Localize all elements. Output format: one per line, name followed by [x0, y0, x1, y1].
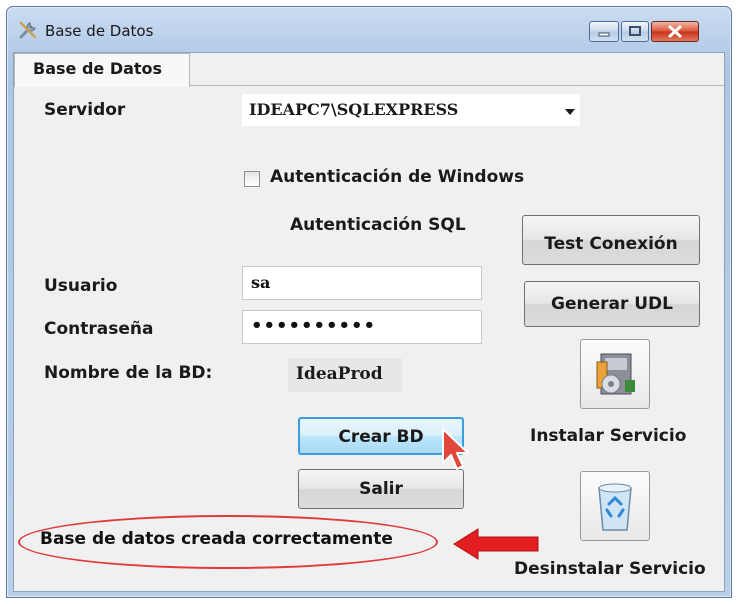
- status-message: Base de datos creada correctamente: [40, 529, 393, 549]
- tools-icon: [19, 21, 37, 39]
- tab-divider: [190, 85, 724, 86]
- exit-button[interactable]: Salir: [298, 469, 464, 509]
- install-service-label: Instalar Servicio: [530, 426, 687, 446]
- server-value: IDEAPC7\SQLEXPRESS: [249, 100, 459, 119]
- password-input[interactable]: ••••••••••: [242, 310, 482, 344]
- user-label: Usuario: [44, 276, 118, 296]
- tab-base-de-datos[interactable]: Base de Datos: [14, 53, 190, 87]
- uninstall-service-button[interactable]: [580, 471, 650, 541]
- user-input[interactable]: sa: [242, 266, 482, 300]
- minimize-button[interactable]: [589, 21, 619, 42]
- close-icon: [668, 25, 682, 38]
- generate-udl-button[interactable]: Generar UDL: [524, 281, 700, 327]
- title-bar[interactable]: Base de Datos: [7, 7, 731, 51]
- password-label: Contraseña: [44, 319, 154, 339]
- window-title: Base de Datos: [45, 22, 154, 40]
- server-label: Servidor: [44, 100, 126, 120]
- password-value: ••••••••••: [251, 315, 377, 336]
- install-service-button[interactable]: [580, 339, 650, 409]
- windows-auth-label[interactable]: Autenticación de Windows: [270, 167, 524, 187]
- red-arrow-icon: [453, 528, 539, 560]
- installer-icon: [596, 353, 635, 395]
- sql-auth-heading: Autenticación SQL: [290, 215, 466, 235]
- minimize-icon: [598, 32, 610, 37]
- mouse-pointer-icon: [442, 428, 469, 470]
- tab-strip: Base de Datos: [14, 53, 724, 87]
- test-connection-button[interactable]: Test Conexión: [522, 215, 700, 265]
- maximize-icon: [629, 26, 641, 36]
- recycle-bin-icon: [598, 483, 632, 531]
- app-window: Base de Datos Base de Datos Servidor IDE…: [6, 6, 732, 598]
- close-button[interactable]: [651, 21, 699, 42]
- uninstall-service-label: Desinstalar Servicio: [514, 559, 706, 579]
- client-area: Base de Datos Servidor IDEAPC7\SQLEXPRES…: [13, 52, 725, 592]
- maximize-button[interactable]: [621, 21, 649, 42]
- windows-auth-checkbox[interactable]: [244, 171, 260, 187]
- db-name-value: IdeaProd: [288, 358, 402, 392]
- server-select[interactable]: IDEAPC7\SQLEXPRESS: [242, 94, 580, 126]
- chevron-down-icon: [565, 109, 575, 115]
- user-value: sa: [251, 273, 271, 292]
- db-name-label: Nombre de la BD:: [44, 363, 213, 383]
